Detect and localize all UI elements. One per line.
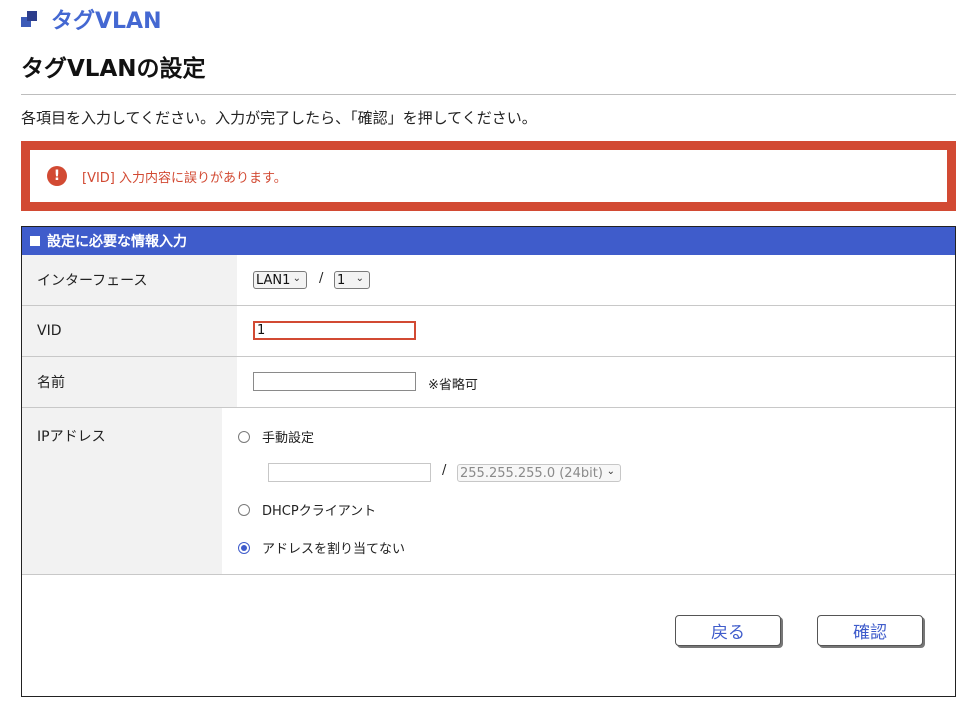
interface-index-select[interactable]: 1 ⌄ (334, 271, 370, 289)
name-label: 名前 (22, 357, 237, 407)
chevron-down-icon: ⌄ (606, 466, 615, 477)
title-divider (21, 94, 956, 95)
confirm-button[interactable]: 確認 (817, 615, 923, 646)
breadcrumb: タグVLAN (21, 4, 161, 34)
ip-separator: / (442, 463, 447, 478)
instruction-text: 各項目を入力してください。入力が完了したら、「確認」を押してください。 (21, 109, 537, 127)
radio-circle-icon (238, 503, 250, 516)
name-input[interactable] (253, 372, 416, 391)
chevron-down-icon: ⌄ (292, 273, 301, 284)
interface-separator: / (319, 271, 324, 286)
interface-port-value: LAN1 (256, 272, 291, 288)
vid-input-value: 1 (257, 323, 266, 338)
radio-selected-icon (238, 541, 250, 554)
name-row: 名前 ※省略可 (22, 357, 955, 408)
manual-setting-label: 手動設定 (262, 431, 315, 446)
manual-setting-radio[interactable]: 手動設定 (238, 427, 314, 446)
ip-address-row: IPアドレス 手動設定 / 255.255.255.0 (24bit) ⌄ DH… (22, 408, 955, 575)
ip-address-input[interactable] (268, 463, 431, 482)
page-title: タグVLANの設定 (21, 56, 206, 82)
exclamation-circle-icon: ! (47, 166, 67, 186)
square-bullet-icon (21, 11, 37, 27)
dhcp-client-radio[interactable]: DHCPクライアント (238, 500, 376, 519)
interface-index-value: 1 (337, 272, 346, 288)
radio-circle-icon (238, 430, 250, 443)
panel-header: 設定に必要な情報入力 (22, 227, 955, 255)
vid-row: VID 1 (22, 306, 955, 357)
vid-label: VID (22, 306, 237, 356)
no-address-label: アドレスを割り当てない (262, 542, 406, 557)
dhcp-client-label: DHCPクライアント (262, 504, 377, 519)
settings-panel: 設定に必要な情報入力 インターフェース LAN1 ⌄ / 1 ⌄ VID 1 名… (21, 226, 956, 697)
chevron-down-icon: ⌄ (355, 273, 364, 284)
optional-note: ※省略可 (428, 378, 478, 393)
interface-label: インターフェース (22, 255, 237, 305)
error-message: [VID] 入力内容に誤りがあります。 (82, 170, 287, 186)
back-button[interactable]: 戻る (675, 615, 781, 646)
vid-input[interactable]: 1 (253, 321, 416, 340)
error-message-box: ! [VID] 入力内容に誤りがあります。 (21, 141, 956, 211)
no-address-radio[interactable]: アドレスを割り当てない (238, 538, 405, 557)
square-bullet-icon (30, 236, 40, 246)
interface-port-select[interactable]: LAN1 ⌄ (253, 271, 307, 289)
ip-address-label: IPアドレス (22, 408, 222, 574)
panel-header-title: 設定に必要な情報入力 (47, 234, 187, 250)
subnet-mask-value: 255.255.255.0 (24bit) (460, 465, 603, 481)
breadcrumb-title[interactable]: タグVLAN (51, 3, 161, 35)
interface-row: インターフェース LAN1 ⌄ / 1 ⌄ (22, 255, 955, 306)
subnet-mask-select[interactable]: 255.255.255.0 (24bit) ⌄ (457, 464, 621, 482)
